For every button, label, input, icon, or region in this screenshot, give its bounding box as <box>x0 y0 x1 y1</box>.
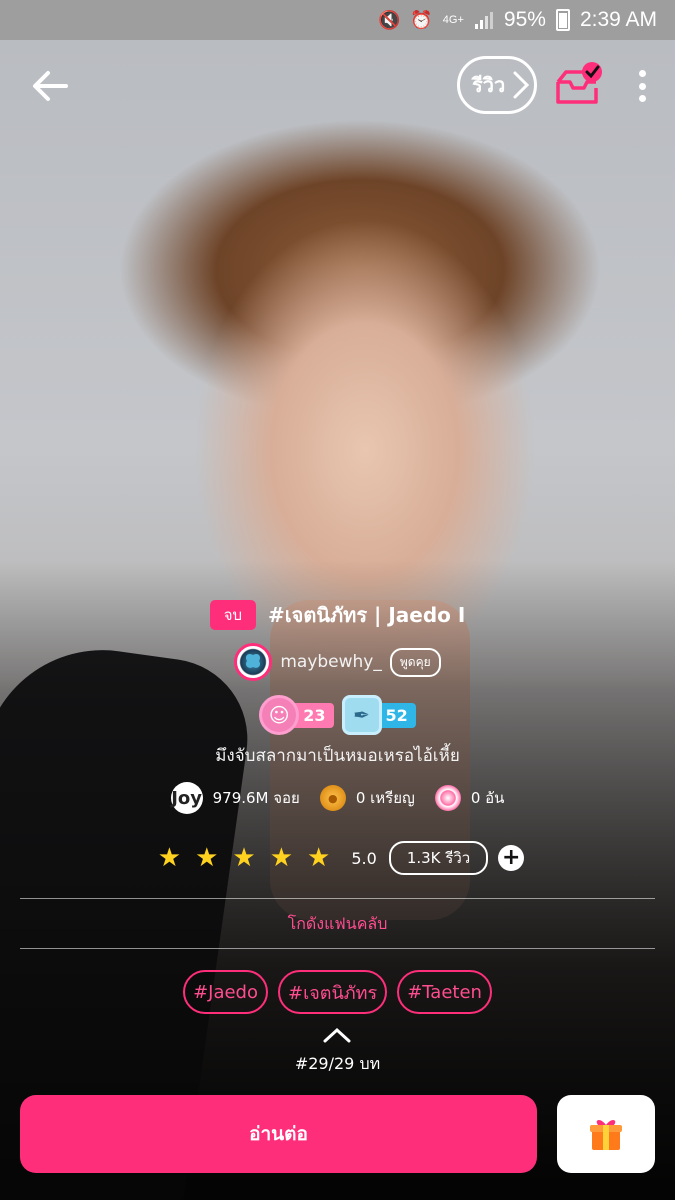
candy-count: 0 อัน <box>470 789 505 807</box>
chat-button[interactable]: พูดคุย <box>389 647 441 677</box>
tag-list: #Jaedo #เจตนิภัทร #Taeten <box>0 970 675 1014</box>
alarm-icon: ⏰ <box>410 9 433 30</box>
dot-icon <box>638 70 646 77</box>
star-icon: ★ <box>269 843 294 873</box>
arrow-left-icon <box>33 71 68 101</box>
rating-score: 5.0 <box>351 848 377 868</box>
author-row: maybewhy_ พูดคุย <box>0 642 675 682</box>
gift-icon <box>590 1120 622 1150</box>
status-badge: จบ <box>209 600 257 630</box>
tag-chip[interactable]: #เจตนิภัทร <box>278 970 388 1014</box>
signal-icon <box>474 12 493 29</box>
chevron-right-icon <box>513 71 530 99</box>
back-button[interactable] <box>30 66 70 106</box>
reviews-count-button[interactable]: 1.3K รีวิว <box>388 841 489 875</box>
author-name[interactable]: maybewhy_ <box>280 652 382 672</box>
divider <box>20 948 655 949</box>
star-icon: ★ <box>195 843 219 873</box>
butterfly-icon <box>246 653 261 668</box>
writer-level-badge: ✒ 52 <box>341 695 416 735</box>
story-info: จบ #เจตนิภัทร | Jaedo I maybewhy_ พูดคุย… <box>0 598 675 815</box>
clock: 2:39 AM <box>579 8 657 31</box>
coin-count: 0 เหรียญ <box>355 789 415 807</box>
quill-icon: ✒ <box>341 695 382 735</box>
shelf-check-icon <box>556 62 602 104</box>
add-review-button[interactable]: + <box>498 845 525 871</box>
star-icon: ★ <box>307 843 331 873</box>
fanclub-link[interactable]: โกดังแฟนคลับ <box>0 900 675 948</box>
battery-percent: 95% <box>503 8 546 31</box>
author-bio: มึงจับสลากมาเป็นหมอเหรอไอ้เหี้ย <box>215 746 460 766</box>
joy-stat: Joy 979.6M จอย <box>170 782 300 814</box>
coin-icon: ● <box>319 785 346 811</box>
joy-pen-icon: Joy <box>170 782 203 814</box>
level-row: ☺ 23 ✒ 52 <box>0 695 675 735</box>
star-icon: ★ <box>232 843 256 873</box>
review-button[interactable]: รีวิว <box>457 56 537 114</box>
status-bar: 🔇 ⏰ 4G+ 95% 2:39 AM <box>0 0 675 40</box>
chapter-count: #29/29 บท <box>294 1054 381 1073</box>
add-to-shelf-button[interactable] <box>554 60 604 110</box>
network-type: 4G+ <box>442 13 464 26</box>
tag-chip[interactable]: #Taeten <box>397 970 492 1014</box>
tag-chip[interactable]: #Jaedo <box>183 970 268 1014</box>
battery-icon <box>555 9 570 31</box>
reader-level-badge: ☺ 23 <box>259 695 334 735</box>
lollipop-icon <box>434 785 461 811</box>
dot-icon <box>638 82 646 90</box>
expand-chevron-button[interactable] <box>322 1026 352 1044</box>
top-bar: รีวิว <box>0 40 675 130</box>
more-menu-button[interactable] <box>624 66 660 106</box>
dot-icon <box>638 95 646 102</box>
story-title: #เจตนิภัทร | Jaedo I <box>268 603 466 627</box>
mute-icon: 🔇 <box>377 9 401 30</box>
author-avatar[interactable] <box>234 643 273 681</box>
smiley-icon: ☺ <box>259 695 300 735</box>
coin-stat: ● 0 เหรียญ <box>319 785 415 811</box>
continue-reading-button[interactable]: อ่านต่อ <box>20 1095 537 1173</box>
divider <box>20 898 655 899</box>
gift-button[interactable] <box>557 1095 655 1173</box>
chevron-up-icon <box>323 1027 351 1043</box>
star-icon: ★ <box>157 843 182 873</box>
stats-row: Joy 979.6M จอย ● 0 เหรียญ 0 อัน <box>0 781 675 815</box>
title-row: จบ #เจตนิภัทร | Jaedo I <box>0 598 675 632</box>
review-label: รีวิว <box>472 73 506 97</box>
rating-row: ★ ★ ★ ★ ★ 5.0 1.3K รีวิว + <box>0 840 675 876</box>
candy-stat: 0 อัน <box>434 785 505 811</box>
joy-count: 979.6M จอย <box>212 789 300 807</box>
